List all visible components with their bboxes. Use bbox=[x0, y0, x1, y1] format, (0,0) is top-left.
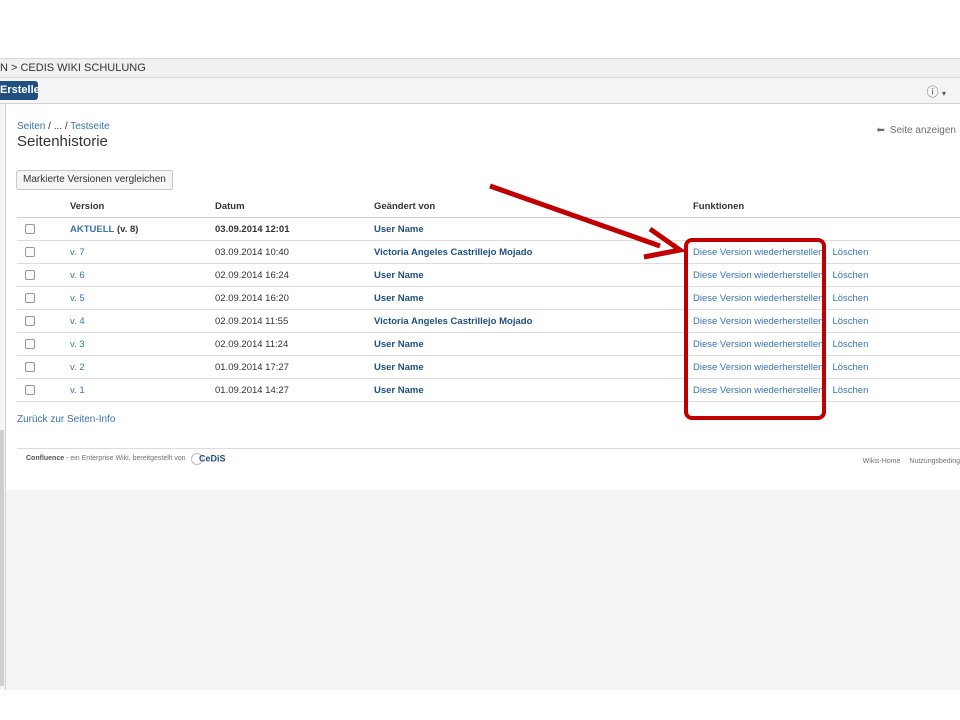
arrow-shaft bbox=[489, 183, 661, 249]
annotation-highlight-box bbox=[684, 238, 826, 420]
